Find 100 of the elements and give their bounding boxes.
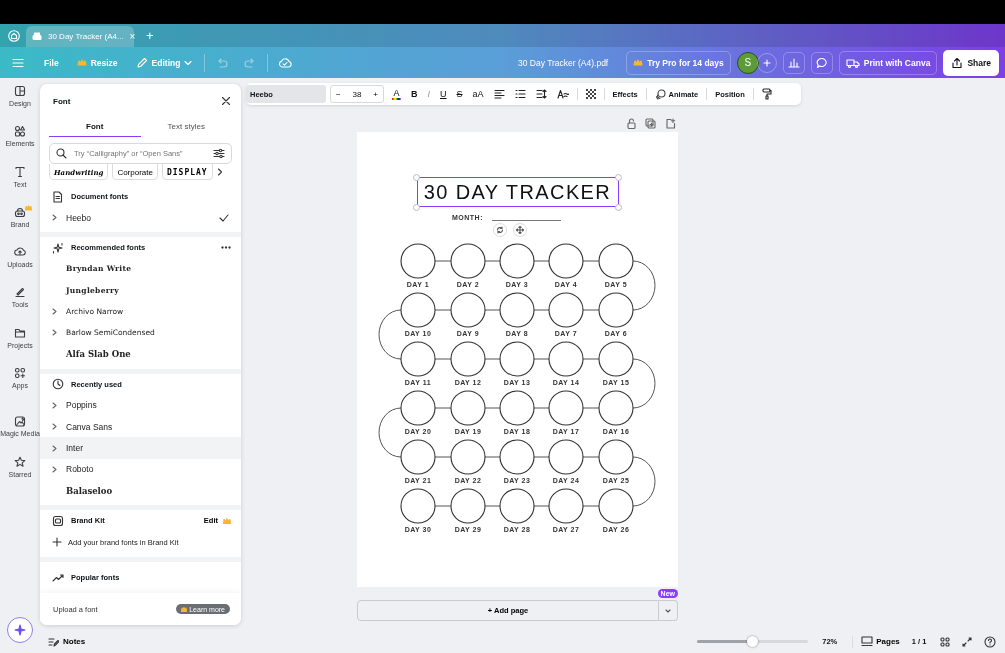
folder-icon bbox=[14, 326, 26, 339]
search-icon bbox=[56, 148, 67, 159]
truck-icon bbox=[845, 57, 860, 68]
sparkle-icon bbox=[52, 241, 64, 254]
connector-line bbox=[582, 260, 600, 262]
decrease-button[interactable]: − bbox=[336, 89, 341, 99]
chevron-right-icon bbox=[52, 423, 57, 431]
more-button[interactable] bbox=[221, 246, 231, 250]
pencil-icon bbox=[135, 56, 148, 69]
magic-button[interactable] bbox=[7, 617, 33, 643]
day-circle bbox=[450, 439, 486, 475]
connector-line bbox=[533, 505, 550, 507]
connector-line bbox=[434, 505, 452, 507]
help-button[interactable] bbox=[984, 635, 997, 648]
day-circle bbox=[400, 488, 436, 524]
pages-button[interactable]: Pages bbox=[861, 636, 900, 647]
comment-icon bbox=[815, 56, 828, 69]
font-item[interactable]: Inter bbox=[40, 437, 241, 459]
print-button[interactable]: Print with Canva bbox=[838, 50, 938, 75]
crown-icon bbox=[223, 517, 231, 524]
connector-line bbox=[582, 309, 600, 311]
next-button[interactable] bbox=[216, 168, 223, 176]
resize-handle[interactable] bbox=[413, 203, 420, 211]
try-pro-button[interactable]: Try Pro for 14 days bbox=[626, 50, 731, 75]
font-item[interactable]: Poppins bbox=[40, 394, 241, 417]
chevron-right-icon bbox=[52, 329, 57, 337]
resize-handle[interactable] bbox=[413, 173, 420, 181]
connector-line bbox=[484, 260, 501, 262]
crown-icon bbox=[633, 59, 644, 66]
comment-button[interactable] bbox=[810, 51, 833, 74]
day-circle bbox=[450, 390, 486, 426]
slider-thumb[interactable] bbox=[747, 636, 759, 647]
move-button[interactable] bbox=[512, 223, 527, 237]
day-circle bbox=[499, 243, 535, 279]
chevron-right-icon bbox=[52, 401, 57, 409]
document-title[interactable]: 30 DAY TRACKER bbox=[423, 180, 612, 204]
font-size-field[interactable]: − 38 + bbox=[330, 85, 384, 103]
align-left-icon bbox=[493, 89, 505, 99]
day-circle bbox=[499, 488, 535, 524]
underline-button[interactable]: U bbox=[435, 85, 452, 103]
resize-handle[interactable] bbox=[615, 203, 622, 211]
insights-button[interactable] bbox=[782, 51, 805, 74]
text-icon bbox=[14, 165, 26, 178]
bold-button[interactable]: B bbox=[406, 85, 423, 103]
add-page-button[interactable] bbox=[665, 117, 676, 129]
connector-curve bbox=[632, 260, 656, 311]
font-item[interactable]: Roboto bbox=[40, 458, 241, 480]
connector-curve bbox=[632, 358, 656, 409]
home-icon bbox=[8, 29, 20, 42]
connector-line bbox=[533, 358, 550, 360]
connector-curve bbox=[632, 456, 656, 507]
bar-chart-icon bbox=[787, 57, 800, 68]
connector-line bbox=[484, 505, 501, 507]
crown-icon bbox=[76, 59, 87, 66]
day-circle bbox=[598, 390, 634, 426]
font-item[interactable]: Balaseloo bbox=[40, 479, 241, 502]
close-button[interactable] bbox=[221, 96, 231, 106]
connector-line bbox=[484, 407, 501, 409]
category-chip[interactable]: DISPLAY bbox=[161, 164, 213, 180]
case-button[interactable]: aA bbox=[467, 85, 489, 103]
panel-tab[interactable]: Font bbox=[49, 117, 141, 137]
tab-title: 30 Day Tracker (A4... bbox=[48, 32, 124, 41]
font-item[interactable]: Alfa Slab One bbox=[40, 343, 241, 365]
animate-icon bbox=[654, 88, 666, 100]
paint-roller-icon bbox=[761, 88, 772, 100]
connector-line bbox=[582, 456, 600, 458]
day-circle bbox=[548, 439, 584, 475]
notes-button[interactable]: Notes bbox=[48, 636, 86, 647]
duplicate-page-button[interactable] bbox=[645, 117, 656, 129]
day-circle bbox=[499, 390, 535, 426]
letter-wave-icon bbox=[556, 89, 569, 99]
grid-view-button[interactable] bbox=[940, 636, 951, 647]
connector-line bbox=[484, 358, 501, 360]
connector-curve bbox=[378, 309, 402, 360]
font-item[interactable]: Canva Sans bbox=[40, 416, 241, 438]
grid-icon bbox=[940, 636, 951, 647]
plus-icon bbox=[52, 537, 62, 548]
fill-in-line bbox=[492, 220, 561, 221]
lock-button[interactable] bbox=[627, 117, 636, 129]
connector-line bbox=[484, 456, 501, 458]
cloud-upload-icon bbox=[14, 246, 26, 259]
duplicate-icon bbox=[645, 117, 656, 129]
rotate-button[interactable] bbox=[492, 223, 507, 237]
share-button[interactable]: Share bbox=[943, 49, 999, 76]
crown-icon bbox=[181, 606, 188, 612]
text-color-button[interactable]: A bbox=[387, 85, 406, 103]
day-circle bbox=[548, 243, 584, 279]
panel-tab[interactable]: Text styles bbox=[140, 117, 232, 137]
line-spacing-icon bbox=[535, 89, 547, 99]
lock-icon bbox=[627, 117, 636, 129]
home-button[interactable] bbox=[8, 29, 20, 42]
fullscreen-button[interactable] bbox=[962, 636, 973, 647]
star-icon bbox=[14, 455, 26, 468]
strikethrough-button[interactable]: S bbox=[451, 85, 468, 103]
font-item[interactable]: Heebo bbox=[40, 207, 241, 229]
apps-icon bbox=[14, 367, 26, 380]
resize-handle[interactable] bbox=[615, 173, 622, 181]
layout-icon bbox=[14, 85, 26, 97]
increase-button[interactable]: + bbox=[373, 89, 378, 99]
category-chip[interactable]: Corporate bbox=[112, 164, 158, 180]
